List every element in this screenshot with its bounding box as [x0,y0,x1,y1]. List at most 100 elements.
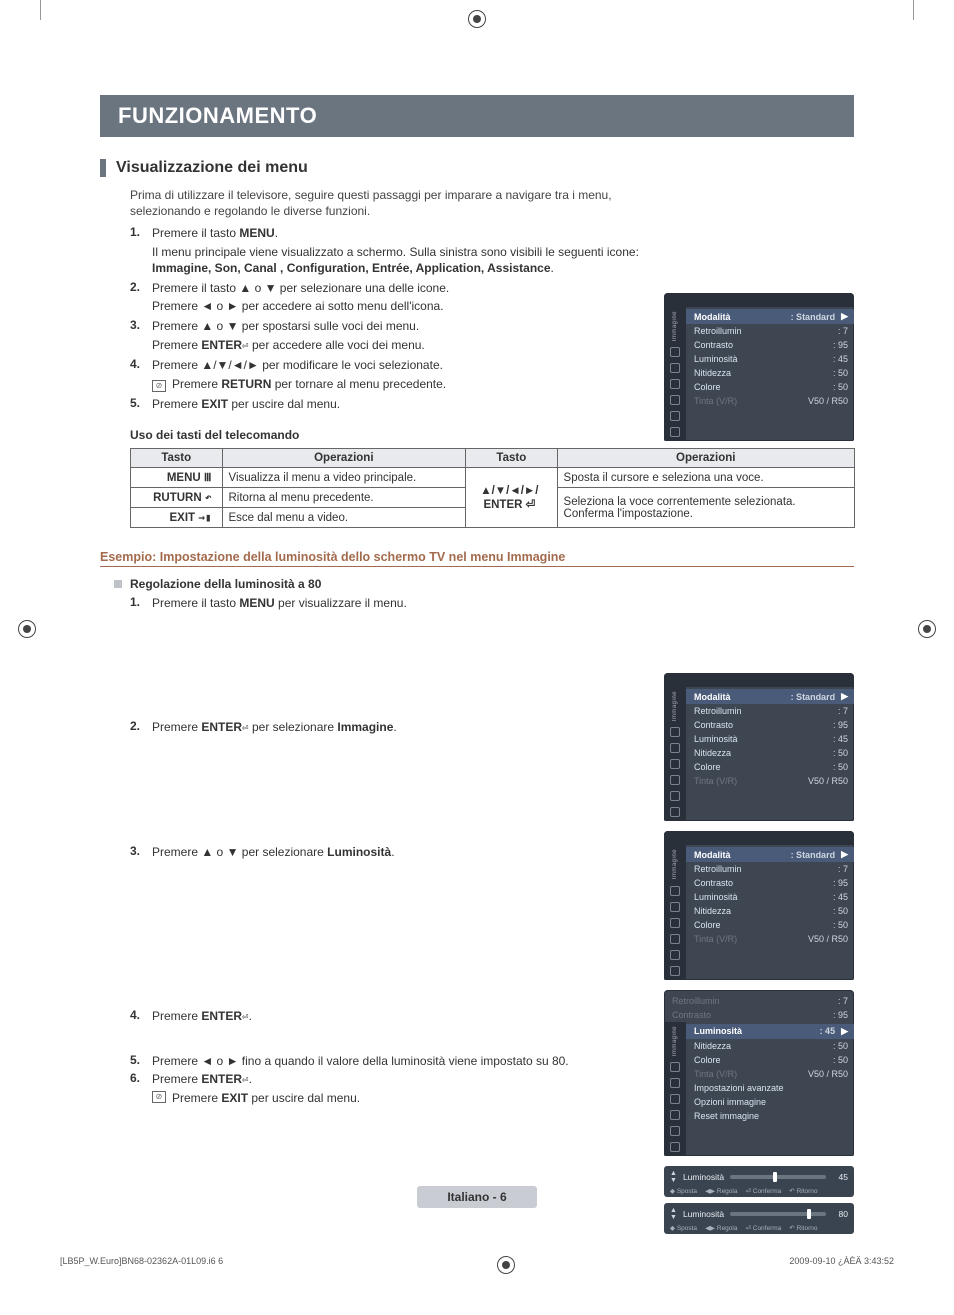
osd-row-label: Retroillumin [694,864,838,874]
step-number: 5. [130,396,152,412]
key-name: MENU [239,596,274,610]
enter-icon: ⏎ [242,721,249,736]
osd-sidebar-icon [670,743,680,753]
remote-keys-table: Tasto Operazioni Tasto Operazioni MENU Ⅲ… [130,448,855,528]
step-text: Premere [152,338,201,352]
osd-row-value: : Standard [791,850,836,860]
key-name: ENTER [201,338,242,352]
step-text: Premere ▲ o ▼ per spostarsi sulle voci d… [152,319,419,333]
step-text: per visualizzare il menu. [275,596,407,610]
menu-path: Immagine, Son, Canal , Configuration, En… [152,261,551,275]
step-number: 1. [130,225,152,276]
step-number: 2. [130,719,152,736]
osd-tab-label: Immagine [672,849,678,879]
key-name: EXIT [201,397,228,411]
osd-row-label: Reset immagine [694,1111,848,1121]
osd-sidebar-icon [670,966,680,976]
chevron-right-icon: ▶ [841,849,848,860]
osd-row-value: V50 / R50 [808,776,848,786]
osd-row-label: Contrasto [672,1010,833,1020]
osd-row-label: Tinta (V/R) [694,776,808,786]
osd-row-value: V50 / R50 [808,934,848,944]
osd-sidebar-icon [670,886,680,896]
osd-sidebar-icon [670,727,680,737]
osd-row-value: : 50 [833,1055,848,1065]
key-name: ENTER [201,720,242,734]
osd-row-label: Nitidezza [694,1041,833,1051]
menu-icon: Ⅲ [204,471,212,484]
step-number: 5. [130,1053,152,1069]
osd-brightness-slider: ▲▼ Luminosità 80 ◆ Sposta ◀▶ Regola ⏎ Co… [664,1203,854,1234]
step-text: Premere ◄ o ► fino a quando il valore de… [152,1053,569,1069]
osd-sidebar-icon [670,759,680,769]
osd-row-label: Contrasto [694,878,833,888]
osd-row-value: V50 / R50 [808,1069,848,1079]
key-name: ENTER [201,1072,242,1086]
step-number: 3. [130,318,152,353]
cell-op: Conferma l'impostazione. [564,508,693,520]
osd-row-label: Modalità [694,692,791,702]
osd-row-value: : 45 [820,1026,836,1036]
osd-sidebar-icon [670,1126,680,1136]
osd-row-value: : 95 [833,340,848,350]
example-heading: Esempio: Impostazione della luminosità d… [100,550,854,567]
osd-row-value: : 7 [838,706,848,716]
osd-row-value: : 50 [833,748,848,758]
exit-icon: →▮ [198,511,211,524]
enter-icon: ⏎ [242,1073,249,1088]
osd-sidebar-icon [670,1094,680,1104]
step-text: Premere [172,1091,221,1105]
step-number: 4. [130,1008,152,1025]
osd-brightness-slider: ▲▼ Luminosità 45 ◆ Sposta ◀▶ Regola ⏎ Co… [664,1166,854,1197]
square-bullet-icon [114,580,122,588]
step-text: . [249,1072,252,1086]
note-icon [152,1091,166,1103]
step-number: 4. [130,357,152,392]
step-text: . [393,720,396,734]
osd-sidebar-icon [670,1078,680,1088]
key-name: MENU [167,472,201,484]
page-number-badge: Italiano - 6 [417,1186,536,1208]
legend-adjust: Regola [717,1225,738,1232]
slider-label: Luminosità [683,1209,724,1219]
osd-sidebar-icon [670,950,680,960]
step-text: Premere ▲/▼/◄/► per modificare le voci s… [152,358,443,372]
example-subsection: Regolazione della luminosità a 80 [114,577,854,591]
doc-footer-right: 2009-09-10 ¿ÀÈÄ 3:43:52 [789,1256,894,1274]
note-icon [152,380,166,392]
cell-op: Ritorna al menu precedente. [222,488,466,508]
chevron-right-icon: ▶ [841,311,848,322]
slider-track [730,1175,826,1179]
chevron-down-icon: ▼ [670,1214,677,1221]
osd-row-label: Colore [694,762,833,772]
chevron-up-icon: ▲ [670,1170,677,1177]
key-name: RUTURN [153,492,202,504]
osd-row-value: : 95 [833,1010,848,1020]
key-name: RETURN [221,377,271,391]
osd-sidebar-icon [670,918,680,928]
step-number: 1. [130,595,152,611]
osd-row-label: Impostazioni avanzate [694,1083,848,1093]
print-registration-icon [468,10,486,28]
step-text: Premere [172,377,221,391]
osd-row-value: : 45 [833,892,848,902]
doc-footer-left: [LB5P_W.Euro]BN68-02362A-01L09.i6 6 [60,1256,223,1274]
step-text: Premere ▲ o ▼ per selezionare [152,845,327,859]
osd-row-value: : 7 [838,864,848,874]
step-text: Premere il tasto [152,596,239,610]
osd-sidebar-icon [670,1062,680,1072]
menu-item-name: Luminosità [327,845,391,859]
chevron-right-icon: ▶ [841,1026,848,1037]
osd-sidebar-icon [670,347,680,357]
cell-op: Visualizza il menu a video principale. [222,468,466,488]
th-op: Operazioni [557,449,854,468]
step-text: per tornare al menu precedente. [271,377,446,391]
legend-adjust: Regola [717,1188,738,1195]
legend-return: Ritorno [797,1188,818,1195]
legend-move: Sposta [677,1225,697,1232]
osd-row-value: : 50 [833,382,848,392]
osd-sidebar-icon [670,1142,680,1152]
osd-row-value: : 95 [833,878,848,888]
osd-row-value: : 50 [833,1041,848,1051]
step-text: Premere il tasto [152,226,239,240]
